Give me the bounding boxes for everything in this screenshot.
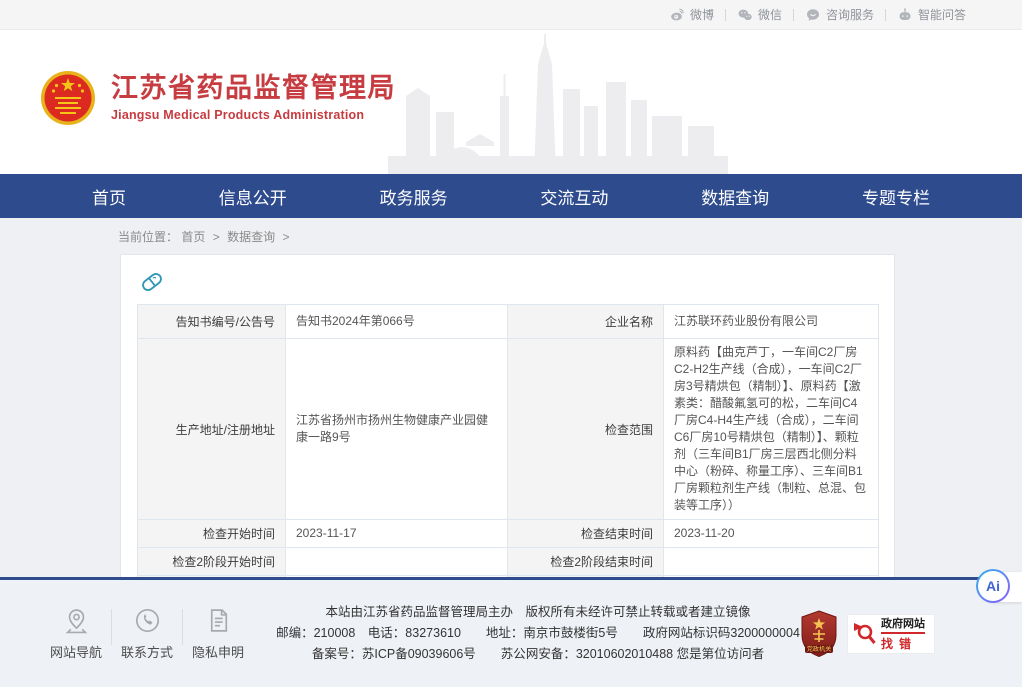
footer-link-site-nav[interactable]: 网站导航 <box>46 607 106 661</box>
site-header: 江苏省药品监督管理局 Jiangsu Medical Products Admi… <box>0 30 1022 174</box>
footer-link-contact[interactable]: 联系方式 <box>117 607 177 661</box>
label-phase2-start: 检查2阶段开始时间 <box>138 548 286 576</box>
label-address: 生产地址/注册地址 <box>138 339 286 520</box>
label-inspection-start: 检查开始时间 <box>138 520 286 548</box>
gov-site-error-report-badge[interactable]: 政府网站 找错 <box>848 615 934 653</box>
phone-icon <box>134 607 161 634</box>
value-address: 江苏省扬州市扬州生物健康产业园健康一路9号 <box>286 339 508 520</box>
nav-item-info-disclosure[interactable]: 信息公开 <box>219 184 287 209</box>
value-notice-no: 告知书2024年第066号 <box>286 305 508 339</box>
site-map-pin-icon <box>63 607 90 634</box>
footer-line-host: 本站由江苏省药品监督管理局主办 版权所有未经许可禁止转载或者建立镜像 <box>276 602 800 623</box>
consult-service-link[interactable]: 咨询服务 <box>805 6 874 23</box>
topbar-item-label: 微信 <box>758 6 782 23</box>
nav-item-special-topics[interactable]: 专题专栏 <box>862 184 930 209</box>
weibo-icon <box>669 7 685 22</box>
topbar-item-label: 微博 <box>690 6 714 23</box>
footer-line-contact: 邮编：210008 电话：83273610 地址：南京市鼓楼街5号 政府网站标识… <box>276 623 800 644</box>
svg-text:党政机关: 党政机关 <box>807 645 832 653</box>
main-content-area: 当前位置： 首页 > 数据查询 > 告知书编号/公告号 告知书2024年第066… <box>0 218 1022 577</box>
table-row: 生产地址/注册地址 江苏省扬州市扬州生物健康产业园健康一路9号 检查范围 原料药… <box>138 339 879 520</box>
topbar-divider <box>793 9 794 21</box>
city-skyline-decoration <box>388 34 728 174</box>
table-row: 检查2阶段开始时间 检查2阶段结束时间 <box>138 548 879 576</box>
breadcrumb-prefix: 当前位置： <box>118 230 178 244</box>
footer-link-label: 网站导航 <box>50 645 102 660</box>
breadcrumb-data-query-link[interactable]: 数据查询 <box>227 230 275 244</box>
error-badge-text: 政府网站 找错 <box>881 615 925 652</box>
breadcrumb: 当前位置： 首页 > 数据查询 > <box>118 228 1022 245</box>
error-badge-title: 政府网站 <box>881 615 925 634</box>
breadcrumb-separator: > <box>213 230 220 244</box>
wechat-link[interactable]: 微信 <box>737 6 782 23</box>
main-nav: 首页 信息公开 政务服务 交流互动 数据查询 专题专栏 <box>0 174 1022 218</box>
label-inspection-end: 检查结束时间 <box>508 520 664 548</box>
footer-divider <box>182 609 183 645</box>
label-phase2-end: 检查2阶段结束时间 <box>508 548 664 576</box>
site-subtitle: Jiangsu Medical Products Administration <box>111 108 396 122</box>
party-gov-shield-badge[interactable]: 党政机关 <box>800 610 838 658</box>
robot-qa-icon <box>897 7 913 22</box>
footer-link-label: 联系方式 <box>121 645 173 660</box>
footer-divider <box>111 609 112 645</box>
value-inspection-scope: 原料药【曲克芦丁，一车间C2厂房C2-H2生产线（合成），一车间C2厂房3号精烘… <box>664 339 879 520</box>
smart-qa-link[interactable]: 智能问答 <box>897 6 966 23</box>
value-phase2-start <box>286 548 508 576</box>
site-title: 江苏省药品监督管理局 <box>111 74 396 104</box>
value-inspection-start: 2023-11-17 <box>286 520 508 548</box>
weibo-link[interactable]: 微博 <box>669 6 714 23</box>
topbar-item-label: 咨询服务 <box>826 6 874 23</box>
topbar-divider <box>725 9 726 21</box>
top-utility-bar: 微博 微信 咨询服务 智能问答 <box>0 0 1022 30</box>
magnifier-icon <box>853 621 877 647</box>
footer-quick-links: 网站导航 联系方式 隐私申明 <box>46 607 248 661</box>
value-company-name: 江苏联环药业股份有限公司 <box>664 305 879 339</box>
table-row: 检查开始时间 2023-11-17 检查结束时间 2023-11-20 <box>138 520 879 548</box>
site-footer: 网站导航 联系方式 隐私申明 本站由江苏省药品监督管理局主办 版权所有未经许可禁… <box>0 577 1022 687</box>
footer-line-icp: 备案号：苏ICP备09039606号 苏公网安备：32010602010488 … <box>276 644 800 665</box>
national-emblem-logo <box>40 70 96 126</box>
privacy-doc-icon <box>205 607 232 634</box>
footer-link-label: 隐私申明 <box>192 645 244 660</box>
topbar-item-label: 智能问答 <box>918 6 966 23</box>
table-row: 告知书编号/公告号 告知书2024年第066号 企业名称 江苏联环药业股份有限公… <box>138 305 879 339</box>
value-phase2-end <box>664 548 879 576</box>
footer-badges: 党政机关 政府网站 找错 <box>800 610 934 658</box>
topbar-divider <box>885 9 886 21</box>
breadcrumb-separator: > <box>282 230 289 244</box>
service-chat-icon <box>805 7 821 22</box>
ai-assistant-button[interactable]: Ai <box>976 569 1010 603</box>
footer-link-privacy[interactable]: 隐私申明 <box>188 607 248 661</box>
breadcrumb-home-link[interactable]: 首页 <box>181 230 205 244</box>
wechat-icon <box>737 7 753 22</box>
brand-block: 江苏省药品监督管理局 Jiangsu Medical Products Admi… <box>111 74 396 123</box>
label-notice-no: 告知书编号/公告号 <box>138 305 286 339</box>
value-inspection-end: 2023-11-20 <box>664 520 879 548</box>
nav-item-gov-services[interactable]: 政务服务 <box>380 184 448 209</box>
nav-item-data-query[interactable]: 数据查询 <box>701 184 769 209</box>
pill-icon-wrap <box>139 269 878 295</box>
footer-info-text: 本站由江苏省药品监督管理局主办 版权所有未经许可禁止转载或者建立镜像 邮编：21… <box>276 602 800 665</box>
nav-item-home[interactable]: 首页 <box>92 184 126 209</box>
label-company-name: 企业名称 <box>508 305 664 339</box>
capsule-pill-icon <box>139 269 165 295</box>
label-inspection-scope: 检查范围 <box>508 339 664 520</box>
error-badge-action: 找错 <box>881 635 925 652</box>
nav-item-interaction[interactable]: 交流互动 <box>540 184 608 209</box>
